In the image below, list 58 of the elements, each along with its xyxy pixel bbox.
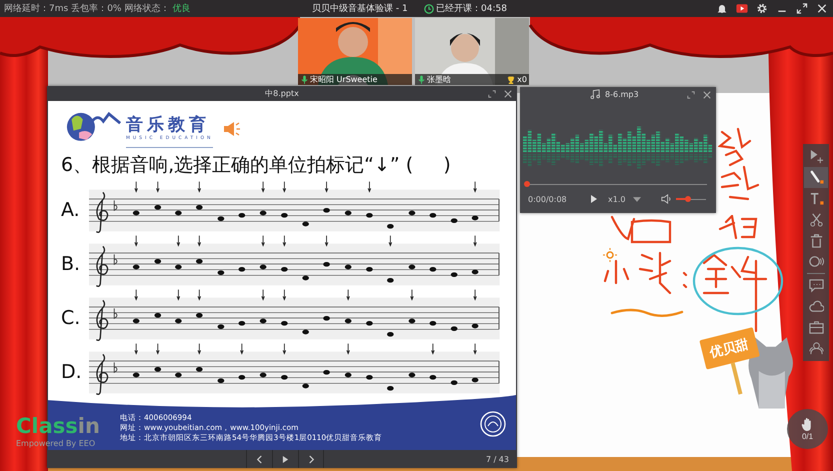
- maximize-icon[interactable]: [488, 90, 496, 98]
- class-title: 贝贝中级音基体验课 - 1: [312, 2, 408, 15]
- page-counter: 7 / 43: [486, 454, 509, 464]
- option-label: D.: [60, 361, 83, 383]
- speed-selector[interactable]: x1.0: [608, 194, 626, 204]
- window-title: 中8.pptx: [264, 88, 300, 99]
- bell-icon[interactable]: [716, 3, 728, 14]
- logo-text: Class: [16, 413, 78, 439]
- dropdown-icon[interactable]: [633, 196, 642, 202]
- ripple-icon: [808, 254, 824, 269]
- pen-icon: [808, 170, 824, 185]
- trash-icon: [808, 233, 824, 248]
- next-button[interactable]: [298, 450, 324, 468]
- users-icon: [808, 341, 824, 356]
- music-note-icon: [590, 89, 600, 99]
- participant-name: 张墨晗: [427, 74, 451, 85]
- option-label: C.: [60, 307, 82, 329]
- logo-icon: [66, 109, 122, 143]
- volume-icon[interactable]: [661, 194, 672, 204]
- class-timer: 已经开课：04:58: [436, 2, 507, 15]
- question-text: 6、根据音响,选择正确的单位拍标记“↓” ( ): [60, 153, 452, 178]
- network-status: 优良: [172, 2, 190, 15]
- time-readout: 0:00/0:08: [528, 194, 568, 204]
- sun-icon: [603, 248, 617, 262]
- clock-icon: [424, 4, 434, 14]
- participant-name: 宋昭阳 UrSweetie: [310, 74, 378, 85]
- chevron-left-icon: [256, 454, 263, 464]
- fullscreen-icon[interactable]: [796, 3, 808, 14]
- record-icon[interactable]: [736, 3, 748, 14]
- speaker-icon[interactable]: [223, 121, 242, 137]
- maximize-icon[interactable]: [687, 90, 695, 98]
- progress-handle[interactable]: [524, 181, 530, 187]
- cursor-icon: [808, 149, 824, 164]
- option-label: A.: [60, 199, 81, 221]
- emblem-icon: [480, 411, 506, 437]
- play-icon: [282, 454, 289, 464]
- microphone-icon: [301, 75, 308, 84]
- latency-text: 网络延时：7ms: [4, 2, 68, 15]
- microphone-icon: [418, 75, 425, 84]
- packet-loss-text: 丢包率：0%: [71, 2, 122, 15]
- settings-icon[interactable]: [756, 3, 768, 14]
- tool-button[interactable]: [804, 167, 828, 188]
- option-label: B.: [60, 253, 82, 275]
- window-title: 8-6.mp3: [605, 90, 639, 98]
- toolbox-icon: [808, 320, 824, 335]
- close-icon[interactable]: [504, 90, 512, 98]
- trophy-count: x0: [517, 75, 527, 84]
- scissors-icon: [808, 212, 824, 227]
- trophy-icon: [507, 76, 516, 84]
- hand-icon: [801, 417, 814, 432]
- chevron-right-icon: [308, 454, 314, 464]
- play-icon[interactable]: [590, 194, 598, 204]
- brand-name: 音乐教育: [126, 114, 211, 136]
- network-label: 网络状态：: [124, 2, 170, 15]
- logo-text: in: [78, 413, 100, 439]
- text-tool-icon: [808, 191, 824, 206]
- chat-icon: [808, 278, 824, 293]
- cloud-icon: [808, 299, 824, 314]
